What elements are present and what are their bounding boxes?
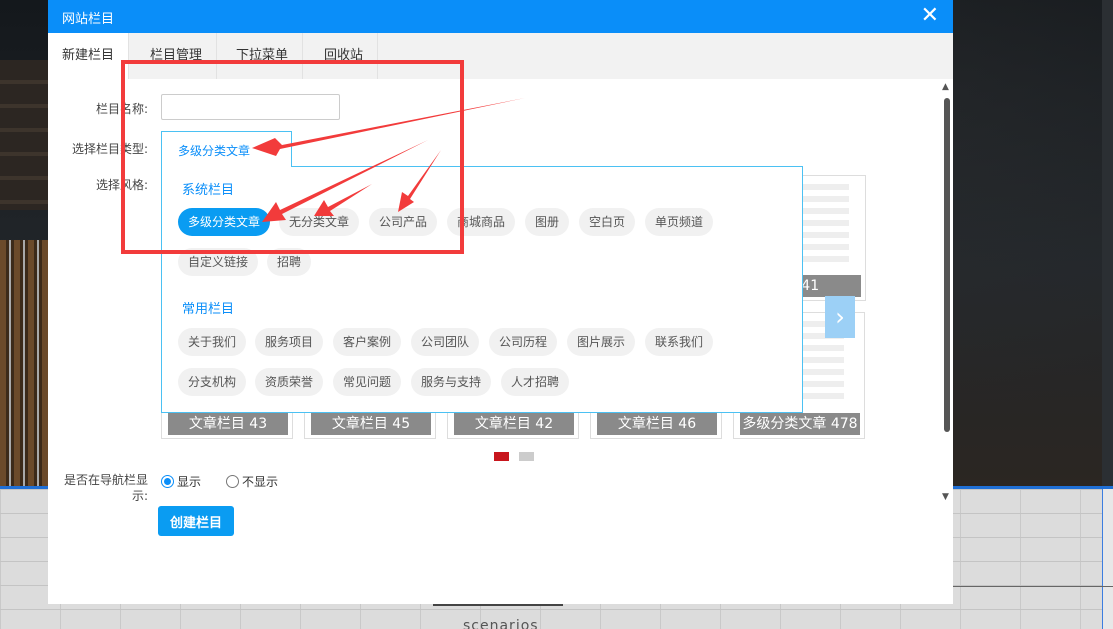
scroll-thumb[interactable] [944,98,950,432]
chip-gallery[interactable]: 图片展示 [567,328,636,356]
nav-show-label: 显示 [177,475,202,489]
nav-hide-label: 不显示 [242,475,279,489]
style-card-caption: 文章栏目 43 [168,413,288,435]
background-shelf-image [0,60,48,210]
chip-talent-recruit[interactable]: 人才招聘 [501,368,570,396]
chip-about-us[interactable]: 关于我们 [178,328,247,356]
chip-mall-goods[interactable]: 商城商品 [447,208,516,236]
next-arrow-icon[interactable]: › [825,296,855,338]
background-wall [1102,489,1113,629]
tab-column-manage[interactable]: 栏目管理 [136,33,218,79]
radio-checked-icon[interactable] [161,475,174,488]
style-card-caption: 文章栏目 42 [454,413,574,435]
chip-recruit[interactable]: 招聘 [267,248,312,276]
scroll-down-icon[interactable]: ▼ [942,492,949,502]
chip-company-product[interactable]: 公司产品 [369,208,438,236]
style-card-caption: 文章栏目 45 [311,413,431,435]
radio-unchecked-icon[interactable] [226,475,239,488]
scroll-up-icon[interactable]: ▲ [942,82,949,92]
chip-single-page-channel[interactable]: 单页频道 [645,208,714,236]
chip-custom-link[interactable]: 自定义链接 [178,248,259,276]
background-strip [1102,0,1113,486]
background-shelf-image [0,240,48,486]
chip-blank-page[interactable]: 空白页 [579,208,636,236]
column-type-dropdown: 系统栏目 多级分类文章 无分类文章 公司产品 商城商品 图册 空白页 单页频道 … [161,166,803,413]
system-columns-title: 系统栏目 [182,183,235,198]
close-icon[interactable]: ✕ [921,4,939,28]
site-columns-dialog: 网站栏目 ✕ 新建栏目 栏目管理 下拉菜单 回收站 栏目名称: 选择栏目类型: … [48,0,953,604]
tab-new-column[interactable]: 新建栏目 [48,33,130,79]
chip-faq[interactable]: 常见问题 [333,368,402,396]
dialog-scrollbar[interactable]: ▲ ▼ [942,82,952,502]
style-card-caption: 多级分类文章 478 [740,413,860,435]
chip-contact-us[interactable]: 联系我们 [645,328,714,356]
chip-cases[interactable]: 客户案例 [333,328,402,356]
style-card-caption: 文章栏目 46 [597,413,717,435]
chip-history[interactable]: 公司历程 [489,328,558,356]
chip-service-support[interactable]: 服务与支持 [411,368,492,396]
carousel-dot[interactable] [519,452,534,461]
chip-team[interactable]: 公司团队 [411,328,480,356]
column-type-label: 选择栏目类型: [71,142,148,156]
chip-uncategorized-article[interactable]: 无分类文章 [279,208,360,236]
chip-services[interactable]: 服务项目 [255,328,324,356]
dialog-title: 网站栏目 [62,12,115,27]
column-name-input[interactable] [161,94,340,120]
chip-qualifications[interactable]: 资质荣誉 [255,368,324,396]
background-underline [433,604,563,606]
dialog-titlebar: 网站栏目 ✕ [48,0,953,33]
nav-display-label: 是否在导航栏显 示: [56,472,148,504]
chip-album[interactable]: 图册 [525,208,570,236]
column-type-select[interactable]: 多级分类文章 [161,131,292,167]
tab-recycle-bin[interactable]: 回收站 [310,33,379,79]
chip-branches[interactable]: 分支机构 [178,368,247,396]
common-columns-title: 常用栏目 [182,302,235,317]
carousel-dot-active[interactable] [494,452,509,461]
nav-display-label-line: 示: [131,489,148,503]
tab-dropdown-menu[interactable]: 下拉菜单 [222,33,304,79]
column-name-label: 栏目名称: [95,102,148,116]
nav-hide-option[interactable]: 不显示 [226,473,278,490]
chip-multi-level-article[interactable]: 多级分类文章 [178,208,271,236]
nav-display-label-line: 是否在导航栏显 [63,473,148,487]
style-label: 选择风格: [95,178,148,192]
tab-bar: 新建栏目 栏目管理 下拉菜单 回收站 [48,33,953,79]
create-column-button[interactable]: 创建栏目 [158,506,234,536]
nav-show-option[interactable]: 显示 [161,473,201,490]
background-caption: scenarios [463,618,539,629]
